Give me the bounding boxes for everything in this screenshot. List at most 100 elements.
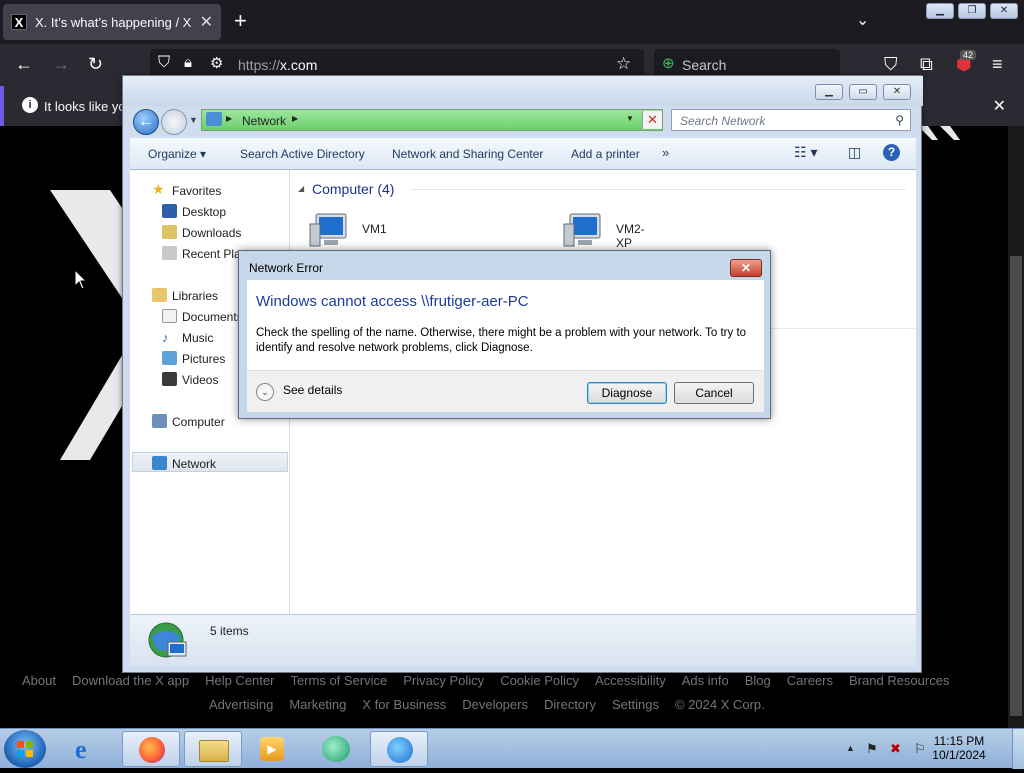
stop-icon[interactable]: ✕: [642, 111, 662, 129]
network-error-icon[interactable]: ✖: [890, 741, 901, 757]
footer-link[interactable]: Download the X app: [72, 673, 189, 688]
address-text: Network: [242, 114, 287, 128]
nav-network[interactable]: Network: [152, 456, 216, 471]
taskbar-network-connections[interactable]: [370, 731, 428, 767]
chevron-down-icon[interactable]: ⌄: [856, 10, 869, 30]
computer-monitor-icon: [563, 213, 601, 247]
address-bar[interactable]: ▶ Network ▶ ▼ ✕: [201, 109, 663, 131]
footer-link[interactable]: Cookie Policy: [500, 673, 579, 688]
menu-icon[interactable]: ≡: [992, 54, 1003, 75]
explorer-maximize-button[interactable]: ▭: [849, 84, 877, 100]
footer-link[interactable]: Terms of Service: [290, 673, 387, 688]
libraries-icon: [152, 288, 167, 302]
forward-arrow-icon[interactable]: →: [52, 54, 70, 75]
search-icon[interactable]: ⚲: [895, 113, 904, 127]
footer-link[interactable]: Help Center: [205, 673, 274, 688]
nav-computer[interactable]: Computer: [152, 414, 225, 429]
network-icon: [206, 112, 222, 126]
permissions-icon[interactable]: ⚙: [210, 54, 223, 72]
see-details-toggle[interactable]: See details: [283, 383, 342, 397]
taskbar-app-green[interactable]: [306, 731, 364, 767]
messenger-icon: [322, 736, 350, 762]
reload-icon[interactable]: ↻: [88, 54, 103, 75]
taskbar-media-player[interactable]: ▶: [244, 731, 302, 767]
footer-link[interactable]: Developers: [462, 697, 528, 712]
cancel-button[interactable]: Cancel: [674, 382, 754, 404]
tab-close-icon[interactable]: ✕: [200, 12, 213, 32]
footer-link[interactable]: Ads info: [682, 673, 729, 688]
show-hidden-icons[interactable]: ▲: [846, 743, 855, 753]
footer-link[interactable]: Accessibility: [595, 673, 666, 688]
taskbar-explorer[interactable]: [184, 731, 242, 767]
browser-tab[interactable]: X X. It’s what’s happening / X ✕: [3, 4, 221, 40]
network-sharing-center-button[interactable]: Network and Sharing Center: [392, 147, 543, 161]
start-button[interactable]: [4, 730, 46, 768]
explorer-back-button[interactable]: ←: [133, 109, 159, 135]
diagnose-button[interactable]: Diagnose: [587, 382, 667, 404]
search-active-directory-button[interactable]: Search Active Directory: [240, 147, 365, 161]
chevron-right-icon[interactable]: ▶: [292, 114, 298, 123]
collapse-group-icon[interactable]: ◢: [298, 184, 304, 193]
group-header[interactable]: Computer (4): [312, 181, 394, 197]
footer-link[interactable]: X for Business: [362, 697, 446, 712]
add-printer-button[interactable]: Add a printer: [571, 147, 640, 161]
documents-icon: [162, 309, 177, 323]
nav-pictures[interactable]: Pictures: [162, 351, 225, 366]
footer-link[interactable]: About: [22, 673, 56, 688]
url-text[interactable]: https://x.com: [238, 57, 317, 73]
chevron-right-icon[interactable]: ▶: [226, 114, 232, 123]
footer-link[interactable]: Marketing: [289, 697, 346, 712]
scrollbar-thumb[interactable]: [1010, 256, 1022, 716]
footer-link[interactable]: © 2024 X Corp.: [675, 697, 765, 712]
organize-button[interactable]: Organize ▾: [148, 147, 206, 161]
computer-monitor-icon: [309, 213, 347, 247]
footer-link[interactable]: Advertising: [209, 697, 273, 712]
search-network-input[interactable]: Search Network ⚲: [671, 109, 911, 131]
preview-pane-icon[interactable]: ◫: [848, 144, 861, 161]
footer-link[interactable]: Directory: [544, 697, 596, 712]
shield-icon[interactable]: ⛉: [158, 54, 170, 72]
details-pane: 5 items: [130, 614, 916, 666]
extensions-icon[interactable]: ⧉: [920, 54, 933, 75]
more-commands-button[interactable]: »: [662, 145, 669, 160]
explorer-close-button[interactable]: ✕: [883, 84, 911, 100]
footer-link[interactable]: Brand Resources: [849, 673, 949, 688]
system-clock[interactable]: 11:15 PM 10/1/2024: [930, 734, 988, 762]
volume-icon[interactable]: ⚐: [914, 741, 926, 757]
help-icon[interactable]: ?: [883, 144, 900, 161]
pocket-icon[interactable]: ⛉: [884, 54, 898, 75]
action-center-icon[interactable]: ⚑: [866, 741, 878, 757]
nav-downloads[interactable]: Downloads: [162, 225, 241, 240]
nav-music-label: Music: [182, 331, 214, 345]
footer-link[interactable]: Blog: [745, 673, 771, 688]
taskbar-firefox[interactable]: [122, 731, 180, 767]
nav-videos[interactable]: Videos: [162, 372, 218, 387]
page-scrollbar[interactable]: [1008, 126, 1024, 728]
nav-desktop[interactable]: Desktop: [162, 204, 226, 219]
minimize-button[interactable]: ▁: [926, 3, 954, 19]
lock-icon[interactable]: 🔒︎: [184, 54, 192, 71]
footer-link[interactable]: Privacy Policy: [403, 673, 484, 688]
nav-favorites[interactable]: ★ Favorites: [152, 181, 221, 198]
footer-link[interactable]: Settings: [612, 697, 659, 712]
notification-close-icon[interactable]: ✕: [993, 96, 1006, 116]
dialog-close-button[interactable]: ✕: [730, 259, 762, 277]
history-dropdown-icon[interactable]: ▼: [189, 115, 198, 125]
browser-tab-strip: X X. It’s what’s happening / X ✕ + ⌄ ▁ ❐…: [0, 0, 1024, 44]
new-tab-button[interactable]: +: [234, 8, 247, 34]
address-dropdown-icon[interactable]: ▼: [626, 114, 634, 123]
taskbar-internet-explorer[interactable]: e: [60, 731, 118, 767]
footer-link[interactable]: Careers: [787, 673, 833, 688]
nav-libraries[interactable]: Libraries: [152, 288, 218, 303]
explorer-minimize-button[interactable]: ▁: [815, 84, 843, 100]
nav-documents[interactable]: Documents: [162, 309, 243, 324]
view-options-icon[interactable]: ☷ ▾: [794, 144, 817, 161]
back-arrow-icon[interactable]: ←: [15, 54, 33, 75]
chevron-down-icon[interactable]: ⌄: [256, 383, 274, 401]
bookmark-star-icon[interactable]: ☆: [616, 54, 631, 74]
explorer-forward-button[interactable]: [161, 109, 187, 135]
close-window-button[interactable]: ✕: [990, 3, 1018, 19]
show-desktop-button[interactable]: [1012, 729, 1024, 769]
restore-button[interactable]: ❐: [958, 3, 986, 19]
nav-music[interactable]: ♪ Music: [162, 330, 214, 345]
